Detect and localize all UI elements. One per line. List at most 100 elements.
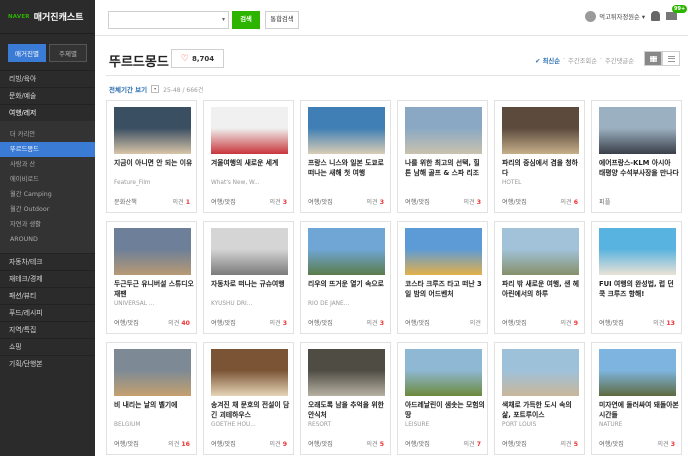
- comment-count[interactable]: 의견 9: [560, 318, 578, 327]
- comment-count[interactable]: 의견 6: [560, 197, 578, 206]
- total-search-button[interactable]: 통합검색: [265, 11, 299, 29]
- article-card[interactable]: 미자연에 둘러싸여 돼돌아본 시간들 NATURE 여행/맛집 의견 3: [591, 342, 682, 455]
- sidebar-subitem[interactable]: 월간 Outdoor: [0, 202, 95, 217]
- comment-count[interactable]: 의견 5: [366, 439, 384, 448]
- article-title[interactable]: 겨울여행의 새로운 세계: [211, 159, 291, 169]
- comment-count[interactable]: 의견 3: [366, 318, 384, 327]
- article-card[interactable]: 코스타 크루즈 타고 떠난 3일 밤의 어드벤처 여행/맛집 의견: [397, 221, 488, 334]
- sidebar-item-travel[interactable]: 여행/레저: [0, 104, 95, 121]
- chevron-down-icon[interactable]: ▾: [151, 85, 160, 93]
- article-thumbnail[interactable]: [502, 228, 579, 275]
- article-thumbnail[interactable]: [211, 228, 288, 275]
- chevron-down-icon[interactable]: ▾: [222, 16, 225, 23]
- article-card[interactable]: 자동차로 떠나는 규슈여행 KYUSHU DRI... 여행/맛집 의견 3: [203, 221, 294, 334]
- article-title[interactable]: 에어프랑스-KLM 아시아 태평양 수석부사장을 만나다: [599, 159, 679, 178]
- article-thumbnail[interactable]: [114, 228, 191, 275]
- sidebar-subitem[interactable]: 사람과 산: [0, 157, 95, 172]
- sidebar-item-shopping[interactable]: 쇼핑: [0, 338, 95, 355]
- article-card[interactable]: FUI 여행의 완성법, 럽 던 쿡 크루즈 항해! 여행/맛집 의견 13: [591, 221, 682, 334]
- sidebar-subitem[interactable]: 월간 Camping: [0, 187, 95, 202]
- sidebar-subitem[interactable]: AROUND: [0, 232, 95, 247]
- sort-weekly-views[interactable]: 주간조회순: [568, 56, 597, 65]
- tab-by-magazine[interactable]: 매거진별: [8, 44, 46, 62]
- article-card[interactable]: 두근두근 유니버설 스튜디오 재팬 UNIVERSAL ... 여행/맛집 의견 40: [106, 221, 197, 334]
- sidebar-item-fashion[interactable]: 패션/뷰티: [0, 287, 95, 304]
- sort-weekly-comments[interactable]: 주간댓글순: [605, 56, 634, 65]
- article-title[interactable]: 색채로 가득한 도시 속의 삶, 포트루이스: [502, 401, 582, 420]
- search-input[interactable]: ▾: [108, 11, 229, 29]
- article-card[interactable]: 오래도록 남을 추억을 위한 안식처 RESORT 여행/맛집 의견 5: [300, 342, 391, 455]
- article-thumbnail[interactable]: [114, 349, 191, 396]
- comment-count[interactable]: 의견 40: [168, 318, 190, 327]
- search-button[interactable]: 검색: [232, 11, 260, 29]
- article-title[interactable]: 비 내리는 날의 벨기에: [114, 401, 194, 411]
- article-thumbnail[interactable]: [405, 107, 482, 154]
- mail-button[interactable]: 99+: [666, 5, 688, 22]
- article-card[interactable]: 프랑스 니스와 일본 도쿄로 떠나는 새해 첫 여행 여행/맛집 의견 3: [300, 100, 391, 213]
- sort-latest[interactable]: ✔ 최신순: [535, 56, 560, 65]
- like-button[interactable]: ♡ 8,704: [171, 49, 224, 68]
- article-title[interactable]: 지금이 아니면 안 되는 이유: [114, 159, 194, 169]
- sidebar-subitem[interactable]: 자연과 생활: [0, 217, 95, 232]
- list-view-button[interactable]: [662, 51, 680, 66]
- grid-view-button[interactable]: [644, 51, 662, 66]
- comment-count[interactable]: 의견 9: [269, 439, 287, 448]
- article-title[interactable]: 미자연에 둘러싸여 돼돌아본 시간들: [599, 401, 679, 420]
- article-title[interactable]: 두근두근 유니버설 스튜디오 재팬: [114, 280, 194, 299]
- period-filter[interactable]: 전체기간 보기: [109, 84, 147, 94]
- article-title[interactable]: 아드레날린이 샘솟는 모험의 땅: [405, 401, 485, 420]
- sidebar-item-food[interactable]: 푸드/레시피: [0, 304, 95, 321]
- tab-by-topic[interactable]: 주제별: [49, 44, 87, 62]
- bell-icon[interactable]: [651, 11, 660, 21]
- article-thumbnail[interactable]: [599, 228, 676, 275]
- comment-count[interactable]: 의견 7: [463, 439, 481, 448]
- article-title[interactable]: FUI 여행의 완성법, 럽 던 쿡 크루즈 항해!: [599, 280, 679, 299]
- article-thumbnail[interactable]: [211, 107, 288, 154]
- article-thumbnail[interactable]: [599, 107, 676, 154]
- article-card[interactable]: 지금이 아니면 안 되는 이유 Feature_Film 문화산책 의견 1: [106, 100, 197, 213]
- comment-count[interactable]: 의견 1: [172, 197, 190, 206]
- article-card[interactable]: 파리의 중심에서 겸을 청하다 HOTEL 여행/맛집 의견 6: [494, 100, 585, 213]
- sidebar-item-finance[interactable]: 재테크/경제: [0, 270, 95, 287]
- article-thumbnail[interactable]: [211, 349, 288, 396]
- article-title[interactable]: 코스타 크루즈 타고 떠난 3일 밤의 어드벤처: [405, 280, 485, 299]
- article-card[interactable]: 파리 밖 새로운 여행, 샌 헤아린에서의 하루 여행/맛집 의견 9: [494, 221, 585, 334]
- article-title[interactable]: 리우의 뜨거운 열기 속으로: [308, 280, 388, 290]
- article-card[interactable]: 송겨진 채 문호의 전설이 담긴 괴테하우스 GOETHE HOU... 여행/맛집…: [203, 342, 294, 455]
- sidebar-subitem[interactable]: 에이비로드: [0, 172, 95, 187]
- sidebar-item-culture[interactable]: 문화/예술: [0, 87, 95, 104]
- article-thumbnail[interactable]: [405, 228, 482, 275]
- comment-count[interactable]: 의견 5: [560, 439, 578, 448]
- article-thumbnail[interactable]: [308, 228, 385, 275]
- user-menu[interactable]: 먹고튀자정원순 ▾: [585, 10, 645, 22]
- article-title[interactable]: 파리의 중심에서 겸을 청하다: [502, 159, 582, 178]
- comment-count[interactable]: 의견 3: [657, 439, 675, 448]
- comment-count[interactable]: 의견: [470, 318, 481, 327]
- article-card[interactable]: 색채로 가득한 도시 속의 삶, 포트루이스 PORT LOUIS 여행/맛집 의견 …: [494, 342, 585, 455]
- article-card[interactable]: 아드레날린이 샘솟는 모험의 땅 LEISURE 여행/맛집 의견 7: [397, 342, 488, 455]
- sidebar-item-living[interactable]: 리빙/육아: [0, 70, 95, 87]
- logo[interactable]: NAVER 매거진캐스트: [0, 0, 95, 34]
- article-thumbnail[interactable]: [114, 107, 191, 154]
- article-title[interactable]: 나를 위한 최고의 선택, 힐튼 남해 골프 & 스파 리조트: [405, 159, 485, 178]
- article-card[interactable]: 에어프랑스-KLM 아시아 태평양 수석부사장을 만나다 피플: [591, 100, 682, 213]
- article-card[interactable]: 겨울여행의 새로운 세계 What's New, W... 여행/맛집 의견 3: [203, 100, 294, 213]
- article-card[interactable]: 리우의 뜨거운 열기 속으로 RIO DE JANE... 여행/맛집 의견 3: [300, 221, 391, 334]
- sidebar-subitem-active[interactable]: 뚜르드몽드: [0, 142, 95, 157]
- article-card[interactable]: 나를 위한 최고의 선택, 힐튼 남해 골프 & 스파 리조트여행/맛집 의견 3: [397, 100, 488, 213]
- comment-count[interactable]: 의견 3: [269, 318, 287, 327]
- comment-count[interactable]: 의견 3: [366, 197, 384, 206]
- article-title[interactable]: 파리 밖 새로운 여행, 샌 헤아린에서의 하루: [502, 280, 582, 299]
- article-card[interactable]: 비 내리는 날의 벨기에 BELGIUM 여행/맛집 의견 16: [106, 342, 197, 455]
- sidebar-item-region[interactable]: 지역/특집: [0, 321, 95, 338]
- comment-count[interactable]: 의견 16: [168, 439, 190, 448]
- article-title[interactable]: 송겨진 채 문호의 전설이 담긴 괴테하우스: [211, 401, 291, 420]
- article-thumbnail[interactable]: [502, 349, 579, 396]
- article-thumbnail[interactable]: [405, 349, 482, 396]
- article-thumbnail[interactable]: [599, 349, 676, 396]
- comment-count[interactable]: 의견 3: [463, 197, 481, 206]
- comment-count[interactable]: 의견 3: [269, 197, 287, 206]
- sidebar-subitem[interactable]: 더 카리안: [0, 127, 95, 142]
- article-title[interactable]: 오래도록 남을 추억을 위한 안식처: [308, 401, 388, 420]
- comment-count[interactable]: 의견 13: [653, 318, 675, 327]
